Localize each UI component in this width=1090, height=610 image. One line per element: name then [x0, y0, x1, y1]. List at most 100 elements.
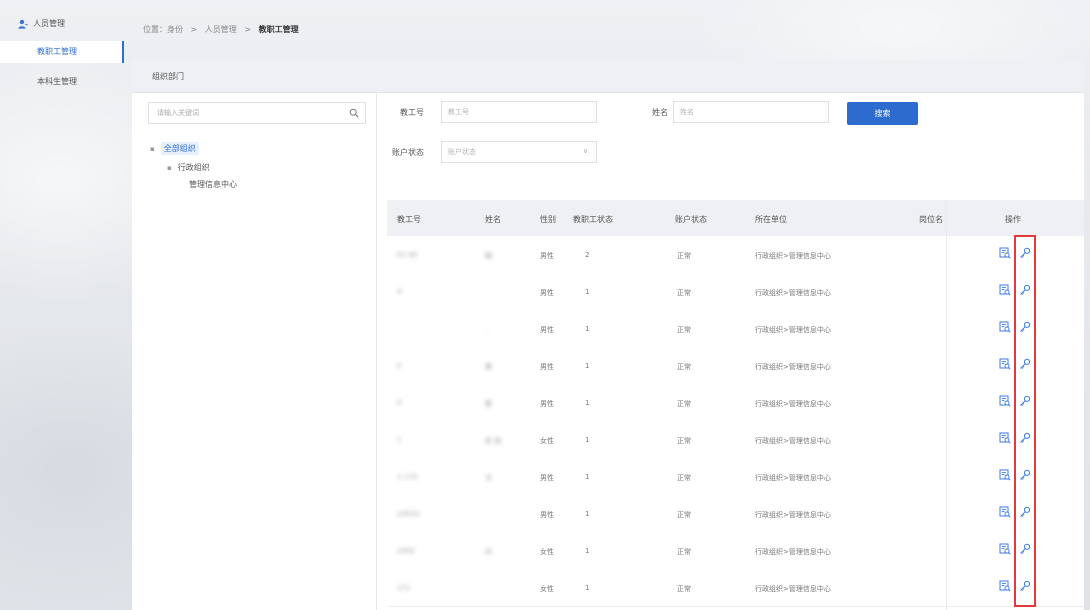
cell-gender: 女性 [540, 585, 554, 593]
main-panel: 组织部门 ▪ 全部组织 ▪ 行政组织 管理信息中心 教工号 姓名 搜索 账户状态 [132, 60, 1084, 610]
cell-unit: 行政组织>管理信息中心 [755, 289, 831, 297]
tree-node-mgmt-info-center[interactable]: 管理信息中心 [189, 179, 237, 190]
cell-account-status: 正常 [677, 474, 691, 482]
cell-staff-status: 1 [585, 547, 590, 555]
cell-gender: 男性 [540, 363, 554, 371]
account-status-select[interactable]: ∨ [441, 141, 597, 163]
cell-account-status: 正常 [677, 585, 691, 593]
cell-staff-status: 1 [585, 325, 590, 333]
cell-staff-status: 2 [585, 251, 590, 259]
breadcrumb-level1[interactable]: 人员管理 [205, 25, 237, 34]
cell-staff-status: 1 [585, 473, 590, 481]
cell-unit: 行政组织>管理信息中心 [755, 326, 831, 334]
cell-staff-status: 1 [585, 436, 590, 444]
account-status-label: 账户状态 [392, 148, 424, 157]
chevron-down-icon[interactable]: ∨ [583, 147, 588, 155]
sidebar-group-label: 人员管理 [33, 19, 65, 28]
cell-name: 彭 扬 [485, 437, 502, 445]
cell-staff-status: 1 [585, 584, 590, 592]
cell-gender: 女性 [540, 548, 554, 556]
cell-name: 丹 [485, 548, 492, 556]
staff-no-field[interactable] [441, 101, 597, 123]
cell-gender: 男性 [540, 511, 554, 519]
tree-caret-icon[interactable]: ▪ [150, 145, 155, 153]
tree-node-label: 管理信息中心 [189, 180, 237, 189]
breadcrumb-current: 教职工管理 [258, 25, 299, 34]
cell-staff-no: 1 [397, 436, 402, 444]
cell-unit: 行政组织>管理信息中心 [755, 252, 831, 260]
cell-gender: 女性 [540, 437, 554, 445]
staff-no-label: 教工号 [400, 108, 424, 117]
cell-unit: 行政组织>管理信息中心 [755, 400, 831, 408]
breadcrumb-separator: > [190, 25, 198, 34]
cell-unit: 行政组织>管理信息中心 [755, 437, 831, 445]
cell-name: 蔡 [485, 400, 492, 408]
cell-unit: 行政组织>管理信息中心 [755, 585, 831, 593]
cell-staff-no: 171 [397, 584, 411, 592]
tree-search-box[interactable] [148, 102, 366, 124]
cell-staff-status: 1 [585, 510, 590, 518]
panel-header: 组织部门 [132, 60, 1084, 93]
sidebar-group-personnel[interactable]: 人员管理 [18, 18, 65, 29]
cell-unit: 行政组织>管理信息中心 [755, 548, 831, 556]
panel-title: 组织部门 [152, 72, 184, 81]
cell-account-status: 正常 [677, 289, 691, 297]
th-unit[interactable]: 所在单位 [755, 214, 787, 225]
th-name[interactable]: 姓名 [485, 214, 501, 225]
tree-caret-icon[interactable]: ▪ [167, 164, 172, 172]
tree-node-admin-org[interactable]: ▪ 行政组织 [167, 162, 210, 173]
staff-no-input[interactable] [448, 106, 587, 118]
cell-gender: 男性 [540, 400, 554, 408]
sidebar-item-label: 教职工管理 [37, 47, 77, 56]
cell-staff-no: 4 [397, 288, 402, 296]
name-label: 姓名 [652, 108, 668, 117]
cell-account-status: 正常 [677, 326, 691, 334]
breadcrumb-separator: > [244, 25, 252, 34]
annotation-highlight-box [1014, 235, 1036, 607]
tree-node-all-orgs[interactable]: ▪ 全部组织 [150, 142, 199, 155]
cell-gender: 男性 [540, 474, 554, 482]
tree-node-label: 行政组织 [177, 163, 210, 172]
th-position[interactable]: 岗位名 [919, 214, 943, 225]
name-input[interactable] [680, 106, 819, 118]
cell-staff-status: 1 [585, 362, 590, 370]
cell-unit: 行政组织>管理信息中心 [755, 511, 831, 519]
cell-staff-no: 2302 [397, 547, 415, 555]
cell-account-status: 正常 [677, 548, 691, 556]
cell-staff-no: 0 [397, 399, 402, 407]
cell-gender: 男性 [540, 252, 554, 260]
cell-name: 黄 [485, 363, 492, 371]
cell-account-status: 正常 [677, 511, 691, 519]
cell-name: , [485, 325, 488, 333]
sidebar-item-label: 本科生管理 [37, 77, 77, 86]
cell-staff-status: 1 [585, 399, 590, 407]
th-account-status[interactable]: 账户状态 [675, 214, 707, 225]
search-button[interactable]: 搜索 [847, 102, 918, 125]
cell-gender: 男性 [540, 326, 554, 334]
cell-staff-status: 1 [585, 288, 590, 296]
cell-unit: 行政组织>管理信息中心 [755, 474, 831, 482]
name-field[interactable] [673, 101, 829, 123]
tree-search-input[interactable] [157, 106, 337, 120]
tree-node-label: 全部组织 [160, 142, 199, 155]
th-staff-no[interactable]: 教工号 [397, 214, 421, 225]
th-gender[interactable]: 性别 [540, 214, 556, 225]
breadcrumb: 位置：身份 > 人员管理 > 教职工管理 [143, 24, 299, 35]
sidebar: 人员管理 教职工管理 本科生管理 [0, 0, 124, 610]
cell-account-status: 正常 [677, 252, 691, 260]
cell-account-status: 正常 [677, 437, 691, 445]
cell-staff-no: 01 40 [397, 251, 418, 259]
cell-account-status: 正常 [677, 400, 691, 408]
cell-account-status: 正常 [677, 363, 691, 371]
cell-name: 玉 [485, 474, 492, 482]
th-staff-status[interactable]: 教职工状态 [573, 214, 613, 225]
account-status-input[interactable] [448, 146, 587, 158]
cell-unit: 行政组织>管理信息中心 [755, 363, 831, 371]
search-icon[interactable] [349, 108, 359, 118]
sidebar-item-staff[interactable]: 教职工管理 [0, 41, 124, 63]
cell-name: 翰 [485, 252, 492, 260]
sidebar-item-undergrad[interactable]: 本科生管理 [0, 71, 124, 93]
cell-staff-no: 1 170 [397, 473, 418, 481]
user-icon [18, 19, 28, 29]
cell-staff-no: 0 [397, 362, 402, 370]
